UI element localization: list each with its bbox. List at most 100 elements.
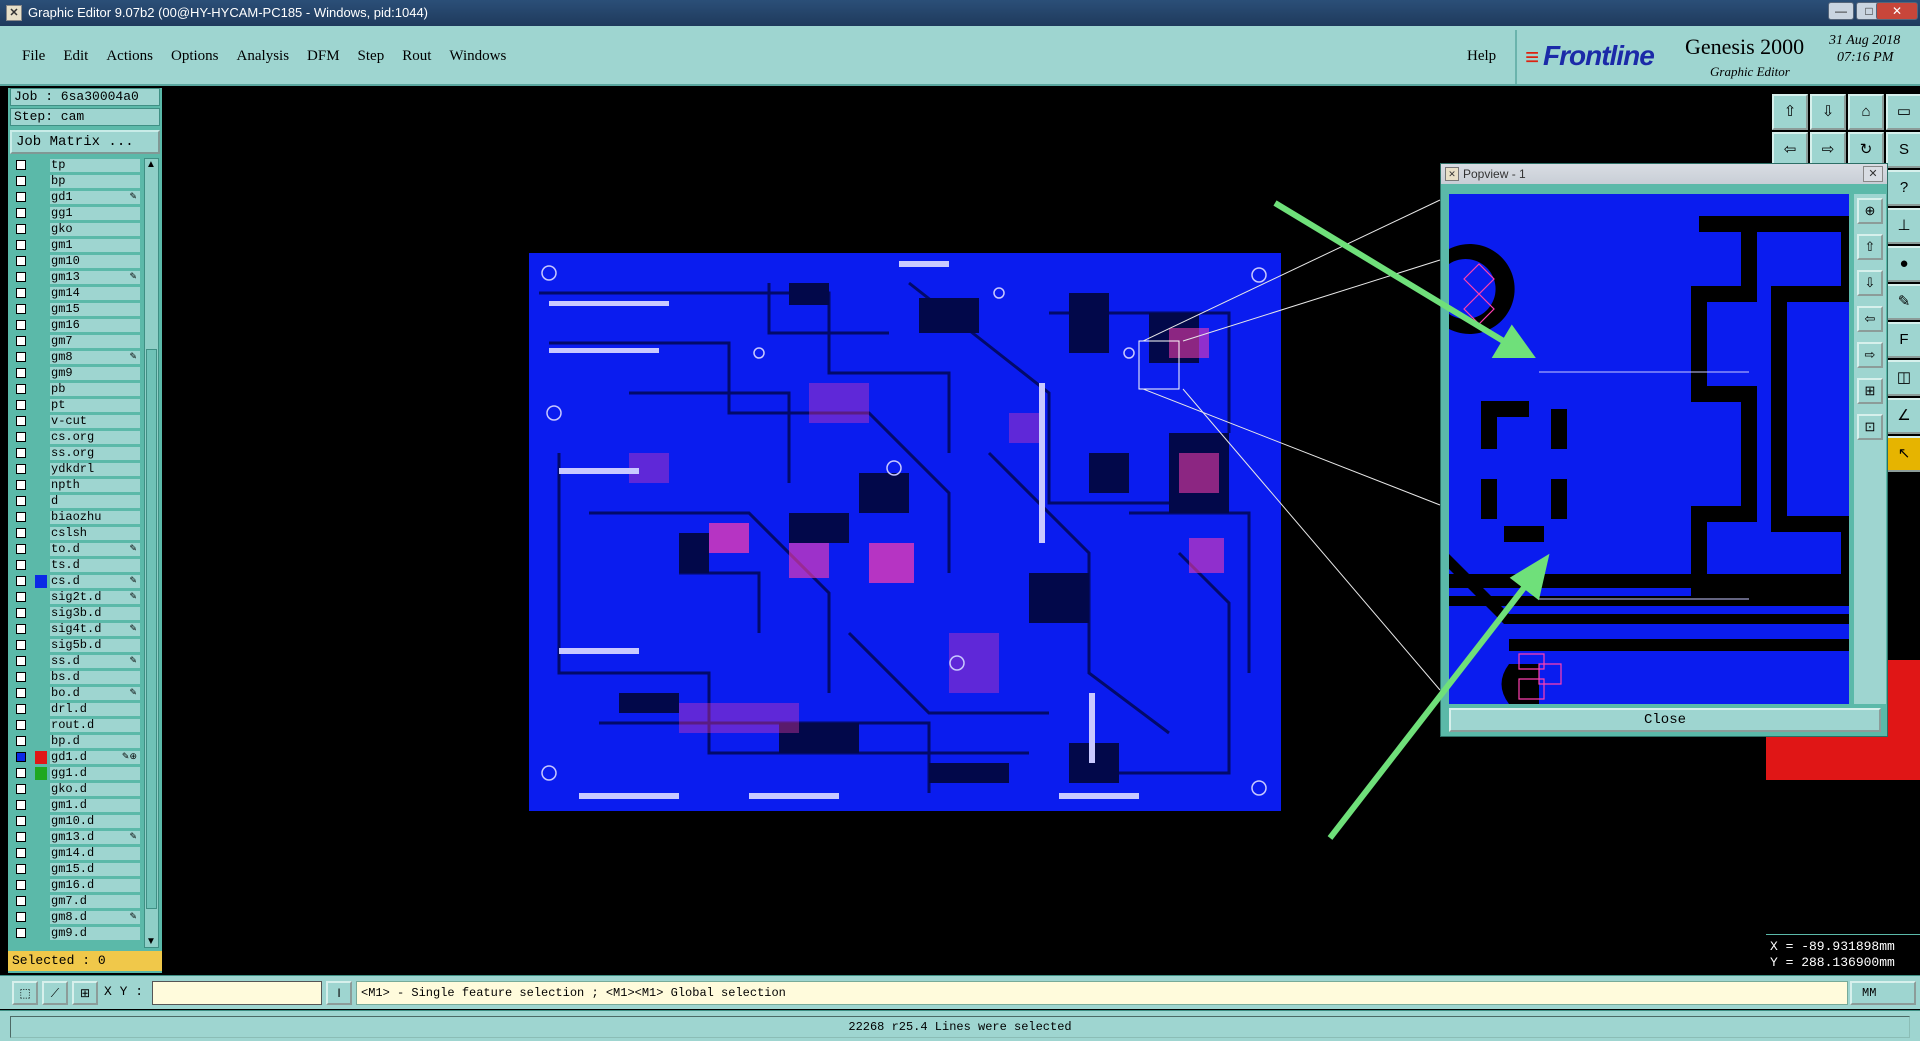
layer-row[interactable]: gm1.d bbox=[10, 798, 140, 814]
layer-row[interactable]: sig4t.d ✎ bbox=[10, 622, 140, 638]
menu-step[interactable]: Step bbox=[358, 48, 385, 64]
layer-color-swatch[interactable] bbox=[35, 815, 47, 828]
layer-row[interactable]: gm10.d bbox=[10, 814, 140, 830]
menu-analysis[interactable]: Analysis bbox=[237, 48, 290, 64]
layer-checkbox[interactable] bbox=[16, 496, 26, 506]
units-selector[interactable]: MM bbox=[1850, 981, 1916, 1005]
layer-checkbox[interactable] bbox=[16, 544, 26, 554]
layer-checkbox[interactable] bbox=[16, 768, 26, 778]
layer-color-swatch[interactable] bbox=[35, 559, 47, 572]
help-icon[interactable]: ? bbox=[1886, 170, 1920, 206]
layer-row[interactable]: gd1 ✎ bbox=[10, 190, 140, 206]
layer-checkbox[interactable] bbox=[16, 880, 26, 890]
select-mode-icon[interactable]: ⬚ bbox=[12, 981, 38, 1005]
layer-color-swatch[interactable] bbox=[35, 319, 47, 332]
layer-row[interactable]: bo.d ✎ bbox=[10, 686, 140, 702]
popview-right-icon[interactable]: ⇨ bbox=[1857, 342, 1883, 368]
layer-color-swatch[interactable] bbox=[35, 783, 47, 796]
layer-checkbox[interactable] bbox=[16, 240, 26, 250]
layer-row[interactable]: gm14.d bbox=[10, 846, 140, 862]
layer-row[interactable]: pt bbox=[10, 398, 140, 414]
layer-checkbox[interactable] bbox=[16, 336, 26, 346]
layer-row[interactable]: pb bbox=[10, 382, 140, 398]
popview-zoom-in-icon[interactable]: ⊕ bbox=[1857, 198, 1883, 224]
layer-checkbox[interactable] bbox=[16, 560, 26, 570]
layer-row[interactable]: gm7 bbox=[10, 334, 140, 350]
layer-color-swatch[interactable] bbox=[35, 479, 47, 492]
popview-zoom-image[interactable] bbox=[1449, 194, 1849, 704]
layer-row[interactable]: v-cut bbox=[10, 414, 140, 430]
layer-checkbox[interactable] bbox=[16, 800, 26, 810]
layer-row[interactable]: bs.d bbox=[10, 670, 140, 686]
layer-color-swatch[interactable] bbox=[35, 719, 47, 732]
layer-checkbox[interactable] bbox=[16, 320, 26, 330]
layer-checkbox[interactable] bbox=[16, 464, 26, 474]
xy-input[interactable] bbox=[152, 981, 322, 1005]
house-icon[interactable]: ⌂ bbox=[1848, 94, 1884, 130]
layer-checkbox[interactable] bbox=[16, 816, 26, 826]
layer-row[interactable]: gm13 ✎ bbox=[10, 270, 140, 286]
layer-color-swatch[interactable] bbox=[35, 383, 47, 396]
layer-checkbox[interactable] bbox=[16, 832, 26, 842]
layer-color-swatch[interactable] bbox=[35, 175, 47, 188]
layer-row[interactable]: gm9.d bbox=[10, 926, 140, 942]
layer-row[interactable]: gko.d bbox=[10, 782, 140, 798]
layer-color-swatch[interactable] bbox=[35, 367, 47, 380]
popview-up-icon[interactable]: ⇧ bbox=[1857, 234, 1883, 260]
layer-checkbox[interactable] bbox=[16, 784, 26, 794]
layer-color-swatch[interactable] bbox=[35, 623, 47, 636]
popview-left-icon[interactable]: ⇦ bbox=[1857, 306, 1883, 332]
layer-checkbox[interactable] bbox=[16, 736, 26, 746]
layer-row[interactable]: cslsh bbox=[10, 526, 140, 542]
text-icon[interactable]: F bbox=[1886, 322, 1920, 358]
menu-actions[interactable]: Actions bbox=[106, 48, 153, 64]
popview-window[interactable]: ✕ Popview - 1 ✕ ⊕ ⇧ ⇩ ⇦ ⇨ ⊞ ⊡ Close bbox=[1440, 163, 1888, 737]
layer-row[interactable]: sig2t.d ✎ bbox=[10, 590, 140, 606]
layer-checkbox[interactable] bbox=[16, 528, 26, 538]
layer-row[interactable]: to.d ✎ bbox=[10, 542, 140, 558]
layer-row[interactable]: bp bbox=[10, 174, 140, 190]
layer-checkbox[interactable] bbox=[16, 208, 26, 218]
layer-color-swatch[interactable] bbox=[35, 735, 47, 748]
pen-icon[interactable]: ✎ bbox=[1886, 284, 1920, 320]
layer-color-swatch[interactable] bbox=[35, 159, 47, 172]
layer-checkbox[interactable] bbox=[16, 368, 26, 378]
scroll-down-icon[interactable]: ▼ bbox=[146, 936, 156, 947]
layer-row[interactable]: gm7.d bbox=[10, 894, 140, 910]
layer-row[interactable]: gm9 bbox=[10, 366, 140, 382]
layer-color-swatch[interactable] bbox=[35, 303, 47, 316]
layer-color-swatch[interactable] bbox=[35, 511, 47, 524]
popview-center-icon[interactable]: ⊡ bbox=[1857, 414, 1883, 440]
layer-checkbox[interactable] bbox=[16, 704, 26, 714]
layer-color-swatch[interactable] bbox=[35, 223, 47, 236]
layer-color-swatch[interactable] bbox=[35, 255, 47, 268]
layer-row[interactable]: gm16 bbox=[10, 318, 140, 334]
layer-row[interactable]: sig3b.d bbox=[10, 606, 140, 622]
layer-checkbox[interactable] bbox=[16, 384, 26, 394]
layer-row[interactable]: rout.d bbox=[10, 718, 140, 734]
layer-checkbox[interactable] bbox=[16, 624, 26, 634]
layer-checkbox[interactable] bbox=[16, 256, 26, 266]
pcb-board-view[interactable] bbox=[529, 253, 1281, 811]
layer-row[interactable]: ss.d ✎ bbox=[10, 654, 140, 670]
layer-checkbox[interactable] bbox=[16, 512, 26, 522]
layer-checkbox[interactable] bbox=[16, 688, 26, 698]
layer-color-swatch[interactable] bbox=[35, 591, 47, 604]
layer-color-swatch[interactable] bbox=[35, 575, 47, 588]
layer-row[interactable]: sig5b.d bbox=[10, 638, 140, 654]
layer-color-swatch[interactable] bbox=[35, 607, 47, 620]
layer-color-swatch[interactable] bbox=[35, 655, 47, 668]
layer-color-swatch[interactable] bbox=[35, 447, 47, 460]
snap-icon[interactable]: S bbox=[1886, 132, 1920, 168]
popview-close-button[interactable]: Close bbox=[1449, 708, 1881, 732]
fill-icon[interactable]: ● bbox=[1886, 246, 1920, 282]
menu-edit[interactable]: Edit bbox=[63, 48, 88, 64]
layer-checkbox[interactable] bbox=[16, 272, 26, 282]
close-window-button[interactable]: ✕ bbox=[1876, 2, 1918, 20]
layer-row[interactable]: ydkdrl bbox=[10, 462, 140, 478]
zoom-home-icon[interactable]: ⇧ bbox=[1772, 94, 1808, 130]
layer-color-swatch[interactable] bbox=[35, 527, 47, 540]
layer-checkbox[interactable] bbox=[16, 592, 26, 602]
layer-checkbox[interactable] bbox=[16, 720, 26, 730]
angle-icon[interactable]: ∠ bbox=[1886, 398, 1920, 434]
